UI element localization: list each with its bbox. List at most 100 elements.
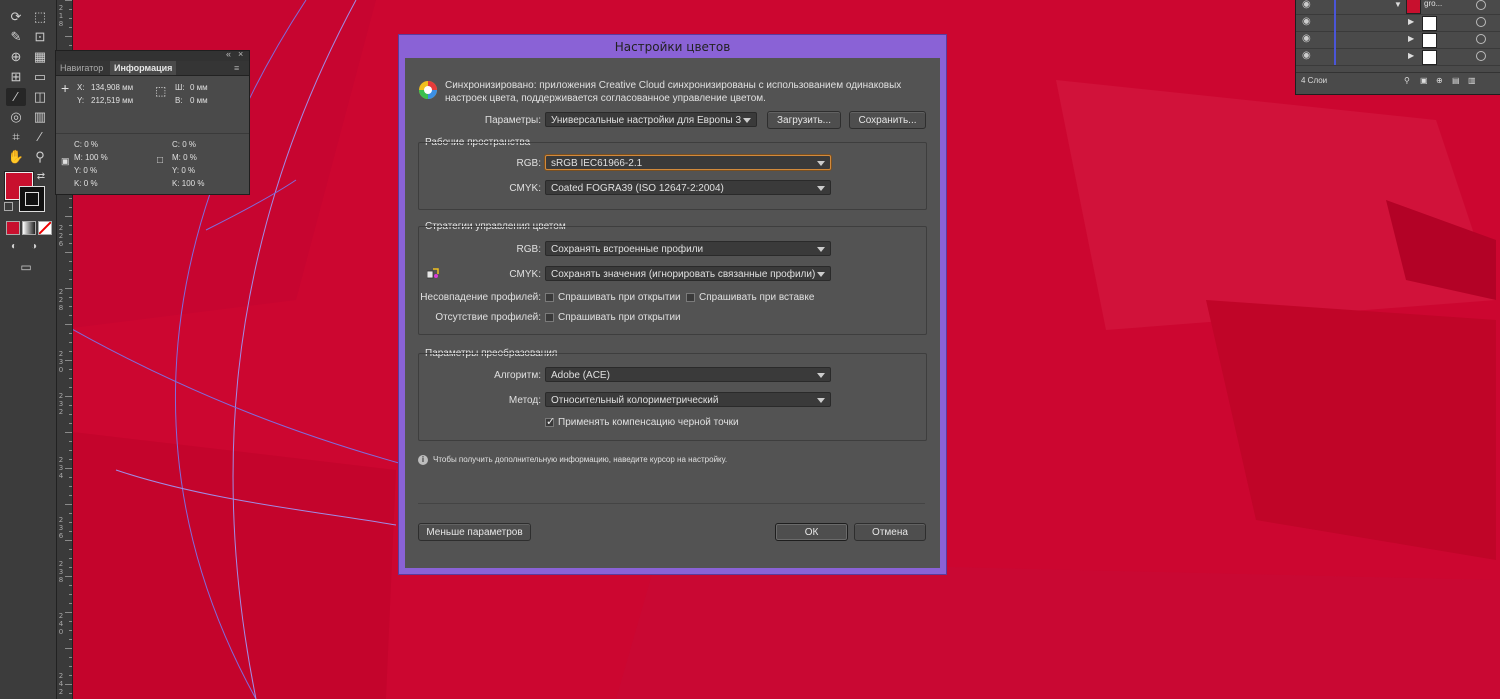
ok-button[interactable]: ОК [775, 523, 848, 541]
tab-navigator[interactable]: Навигатор [56, 61, 107, 75]
visibility-eye-icon[interactable]: ◉ [1302, 33, 1311, 44]
ruler-tick [69, 594, 72, 595]
panel-topbar[interactable]: « × [56, 49, 249, 61]
none-mode-icon[interactable] [38, 221, 52, 235]
expand-right-icon[interactable]: ▶ [1408, 51, 1414, 60]
intent-value: Относительный колориметрический [551, 395, 719, 406]
expand-right-icon[interactable]: ▶ [1408, 17, 1414, 26]
intent-dropdown[interactable]: Относительный колориметрический [545, 392, 831, 407]
new-sublayer-icon[interactable]: ⊕ [1436, 76, 1443, 85]
params-dropdown[interactable]: Универсальные настройки для Европы 3 [545, 112, 757, 127]
mismatch-ask-paste-checkbox[interactable] [686, 293, 695, 302]
hand-icon[interactable]: ✋ [6, 148, 26, 166]
tab-info[interactable]: Информация [110, 61, 177, 75]
pol-cmyk-dropdown[interactable]: Сохранять значения (игнорировать связанн… [545, 266, 831, 281]
mesh-icon[interactable]: ⊞ [6, 68, 26, 86]
layer-thumbnail [1422, 33, 1437, 48]
load-button[interactable]: Загрузить... [767, 111, 841, 129]
ruler-tick [69, 225, 72, 226]
dialog-title[interactable]: Настройки цветов [399, 35, 946, 59]
mismatch-ask-paste-label[interactable]: Спрашивать при вставке [699, 292, 814, 303]
stroke-color-swatch[interactable] [19, 186, 45, 212]
zoom-icon[interactable]: ⚲ [30, 148, 50, 166]
missing-ask-open-label[interactable]: Спрашивать при открытии [558, 312, 681, 323]
artboard-icon[interactable]: ⌗ [6, 128, 26, 146]
layer-thumbnail [1422, 16, 1437, 31]
layer-row[interactable]: ◉ ▶ [1296, 48, 1500, 66]
warp-icon[interactable]: ✎ [6, 28, 26, 46]
chevron-down-icon [743, 118, 751, 123]
drawing-mode-icon[interactable]: ◐ [4, 238, 24, 256]
visibility-eye-icon[interactable]: ◉ [1302, 0, 1311, 10]
ruler-tick [69, 414, 72, 415]
layer-row[interactable]: ◉ ▶ [1296, 14, 1500, 32]
panel-menu-icon[interactable]: ≡ [234, 61, 239, 75]
layers-count: 4 Слои [1301, 76, 1328, 85]
mismatch-ask-open-checkbox[interactable] [545, 293, 554, 302]
engine-dropdown[interactable]: Adobe (ACE) [545, 367, 831, 382]
save-button[interactable]: Сохранить... [849, 111, 926, 129]
clipping-mask-icon[interactable]: ▣ [1420, 76, 1428, 85]
perspective-icon[interactable]: ▦ [30, 48, 50, 66]
ruler-tick [69, 441, 72, 442]
default-colors-icon[interactable] [4, 202, 13, 211]
transform-icon[interactable]: ⬚ [30, 8, 50, 26]
shape-builder-icon[interactable]: ⊕ [6, 48, 26, 66]
eyedropper-icon[interactable]: ⁄ [6, 88, 26, 106]
ws-rgb-dropdown[interactable]: sRGB IEC61966-2.1 [545, 155, 831, 170]
collapse-icon[interactable]: « [226, 49, 231, 59]
draw-behind-icon[interactable]: ◑ [24, 238, 44, 256]
graph-icon[interactable]: ▥ [30, 108, 50, 126]
ruler-label: 2 3 8 [58, 560, 64, 584]
target-circle-icon[interactable] [1476, 34, 1486, 44]
fewer-options-button[interactable]: Меньше параметров [418, 523, 531, 541]
delete-layer-icon[interactable]: ▥ [1468, 76, 1476, 85]
ws-cmyk-dropdown[interactable]: Coated FOGRA39 (ISO 12647-2:2004) [545, 180, 831, 195]
target-circle-icon[interactable] [1476, 17, 1486, 27]
w-label: Ш: [175, 83, 185, 92]
swap-colors-icon[interactable]: ⇄ [34, 168, 48, 186]
new-layer-icon[interactable]: ▤ [1452, 76, 1460, 85]
h-value: 0 мм [190, 96, 208, 105]
locate-object-icon[interactable]: ⚲ [1404, 76, 1410, 85]
mismatch-ask-open-label[interactable]: Спрашивать при открытии [558, 292, 681, 303]
bpc-label[interactable]: Применять компенсацию черной точки [558, 417, 739, 428]
ruler-tick [69, 18, 72, 19]
layer-name[interactable]: gro... [1424, 0, 1442, 8]
workspaces-group [418, 142, 927, 210]
chevron-down-icon [817, 398, 825, 403]
chevron-down-icon [817, 373, 825, 378]
ruler-tick [69, 9, 72, 10]
layer-row[interactable]: ◉ ▼ gro... [1296, 0, 1500, 15]
visibility-eye-icon[interactable]: ◉ [1302, 50, 1311, 61]
screen-mode-icon[interactable]: ▭ [16, 258, 36, 276]
close-icon[interactable]: × [238, 49, 243, 59]
target-circle-icon[interactable] [1476, 0, 1486, 10]
cancel-button[interactable]: Отмена [854, 523, 926, 541]
gradient-icon[interactable]: ▭ [30, 68, 50, 86]
ruler-tick [69, 45, 72, 46]
free-transform-icon[interactable]: ⊡ [30, 28, 50, 46]
ruler-tick [69, 351, 72, 352]
expand-down-icon[interactable]: ▼ [1394, 0, 1402, 9]
gradient-mode-icon[interactable] [22, 221, 36, 235]
art-shape [1206, 300, 1496, 560]
blend-icon[interactable]: ◫ [30, 88, 50, 106]
bpc-checkbox[interactable] [545, 415, 555, 428]
layer-row[interactable]: ◉ ▶ [1296, 31, 1500, 49]
slice-icon[interactable]: ∕ [30, 128, 50, 146]
missing-ask-open-checkbox[interactable] [545, 313, 554, 322]
color-mode-icon[interactable] [6, 221, 20, 235]
ws-rgb-value: sRGB IEC61966-2.1 [551, 158, 643, 169]
visibility-eye-icon[interactable]: ◉ [1302, 16, 1311, 27]
expand-right-icon[interactable]: ▶ [1408, 34, 1414, 43]
target-circle-icon[interactable] [1476, 51, 1486, 61]
lasso-icon[interactable]: ⟳ [6, 8, 26, 26]
pol-rgb-dropdown[interactable]: Сохранять встроенные профили [545, 241, 831, 256]
symbol-sprayer-icon[interactable]: ◎ [6, 108, 26, 126]
info-panel: « × Навигатор Информация ≡ + X: 134,908 … [55, 49, 250, 195]
ruler-tick [69, 693, 72, 694]
fill-cmyk-m: M: 100 % [74, 153, 108, 162]
ruler-tick [69, 405, 72, 406]
ruler-tick [65, 648, 72, 649]
